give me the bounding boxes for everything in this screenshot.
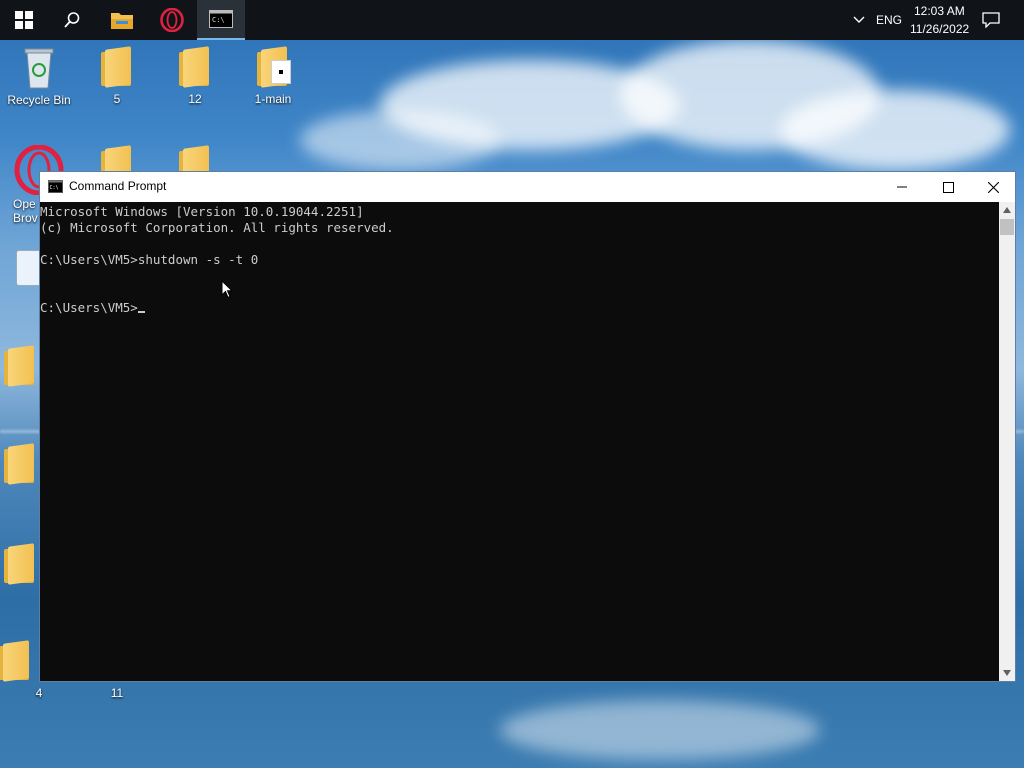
action-center-button[interactable]: [968, 0, 1014, 40]
folder-icon: [4, 345, 36, 387]
terminal-prompt: C:\Users\VM5>: [40, 300, 138, 315]
folder-label: 5: [113, 92, 121, 106]
search-button[interactable]: [48, 0, 96, 40]
chevron-up-icon: [853, 16, 865, 23]
maximize-icon: [942, 181, 954, 193]
folder-label: 12: [188, 92, 202, 106]
window-titlebar[interactable]: C:\ Command Prompt: [40, 172, 1015, 202]
maximize-button[interactable]: [925, 172, 971, 202]
folder-icon: [101, 46, 133, 88]
terminal-prompt-line[interactable]: C:\Users\VM5>: [40, 300, 1000, 316]
minimize-button[interactable]: [879, 172, 925, 202]
recycle-bin-icon[interactable]: Recycle Bin: [1, 46, 77, 107]
terminal-line: Microsoft Windows [Version 10.0.19044.22…: [40, 204, 364, 219]
folder-5[interactable]: 5: [79, 46, 155, 106]
scroll-up-icon[interactable]: [1003, 207, 1011, 213]
opera-label-2: Brov: [13, 211, 38, 225]
folder-label: 1-main: [254, 92, 292, 106]
folder-icon: [4, 443, 36, 485]
notification-icon: [982, 12, 1000, 28]
taskbar: C:\ ENG 12:03 AM 11/26/2022: [0, 0, 1024, 40]
close-icon: [987, 181, 999, 193]
clock-date[interactable]: 11/26/2022: [910, 22, 969, 36]
folder-1-main[interactable]: 1-main: [235, 46, 311, 106]
opera-label-1: Ope: [13, 197, 36, 211]
opera-button[interactable]: [148, 0, 196, 40]
folder-icon: [179, 46, 211, 88]
svg-text:C:\: C:\: [212, 16, 225, 24]
scrollbar-thumb[interactable]: [1000, 219, 1014, 235]
recycle-bin-label: Recycle Bin: [7, 93, 71, 107]
command-prompt-icon: C:\: [48, 180, 63, 193]
search-icon: [64, 12, 80, 28]
folder-label: 4: [35, 686, 43, 700]
windows-logo-icon: [15, 11, 33, 29]
folder-label: 11: [110, 686, 124, 700]
trash-icon: [24, 48, 54, 89]
terminal-line: C:\Users\VM5>shutdown -s -t 0: [40, 252, 259, 267]
file-explorer-button[interactable]: [98, 0, 146, 40]
text-cursor: [137, 311, 145, 313]
folder-12[interactable]: 12: [157, 46, 233, 106]
scroll-down-icon[interactable]: [1003, 670, 1011, 676]
folder-icon: [111, 13, 133, 29]
close-button[interactable]: [970, 172, 1016, 202]
opera-icon: [160, 8, 184, 32]
folder-document-icon: [257, 46, 291, 88]
folder-icon: [0, 640, 31, 682]
terminal-output[interactable]: Microsoft Windows [Version 10.0.19044.22…: [40, 202, 1000, 681]
command-prompt-window[interactable]: C:\ Command Prompt Microsoft Windows [Ve…: [39, 171, 1016, 682]
start-button[interactable]: [0, 0, 48, 40]
window-title: Command Prompt: [69, 179, 167, 193]
svg-text:C:\: C:\: [50, 185, 59, 191]
vertical-scrollbar[interactable]: [999, 202, 1015, 681]
folder-icon: [4, 543, 36, 585]
language-indicator[interactable]: ENG: [876, 13, 902, 27]
command-prompt-taskbar-button[interactable]: C:\: [197, 0, 245, 40]
mouse-pointer-icon: [221, 280, 233, 299]
command-prompt-icon: C:\: [209, 10, 233, 28]
show-hidden-icons-button[interactable]: [846, 0, 872, 40]
terminal-line: (c) Microsoft Corporation. All rights re…: [40, 220, 394, 235]
clock-time[interactable]: 12:03 AM: [914, 4, 965, 18]
minimize-icon: [897, 186, 907, 188]
